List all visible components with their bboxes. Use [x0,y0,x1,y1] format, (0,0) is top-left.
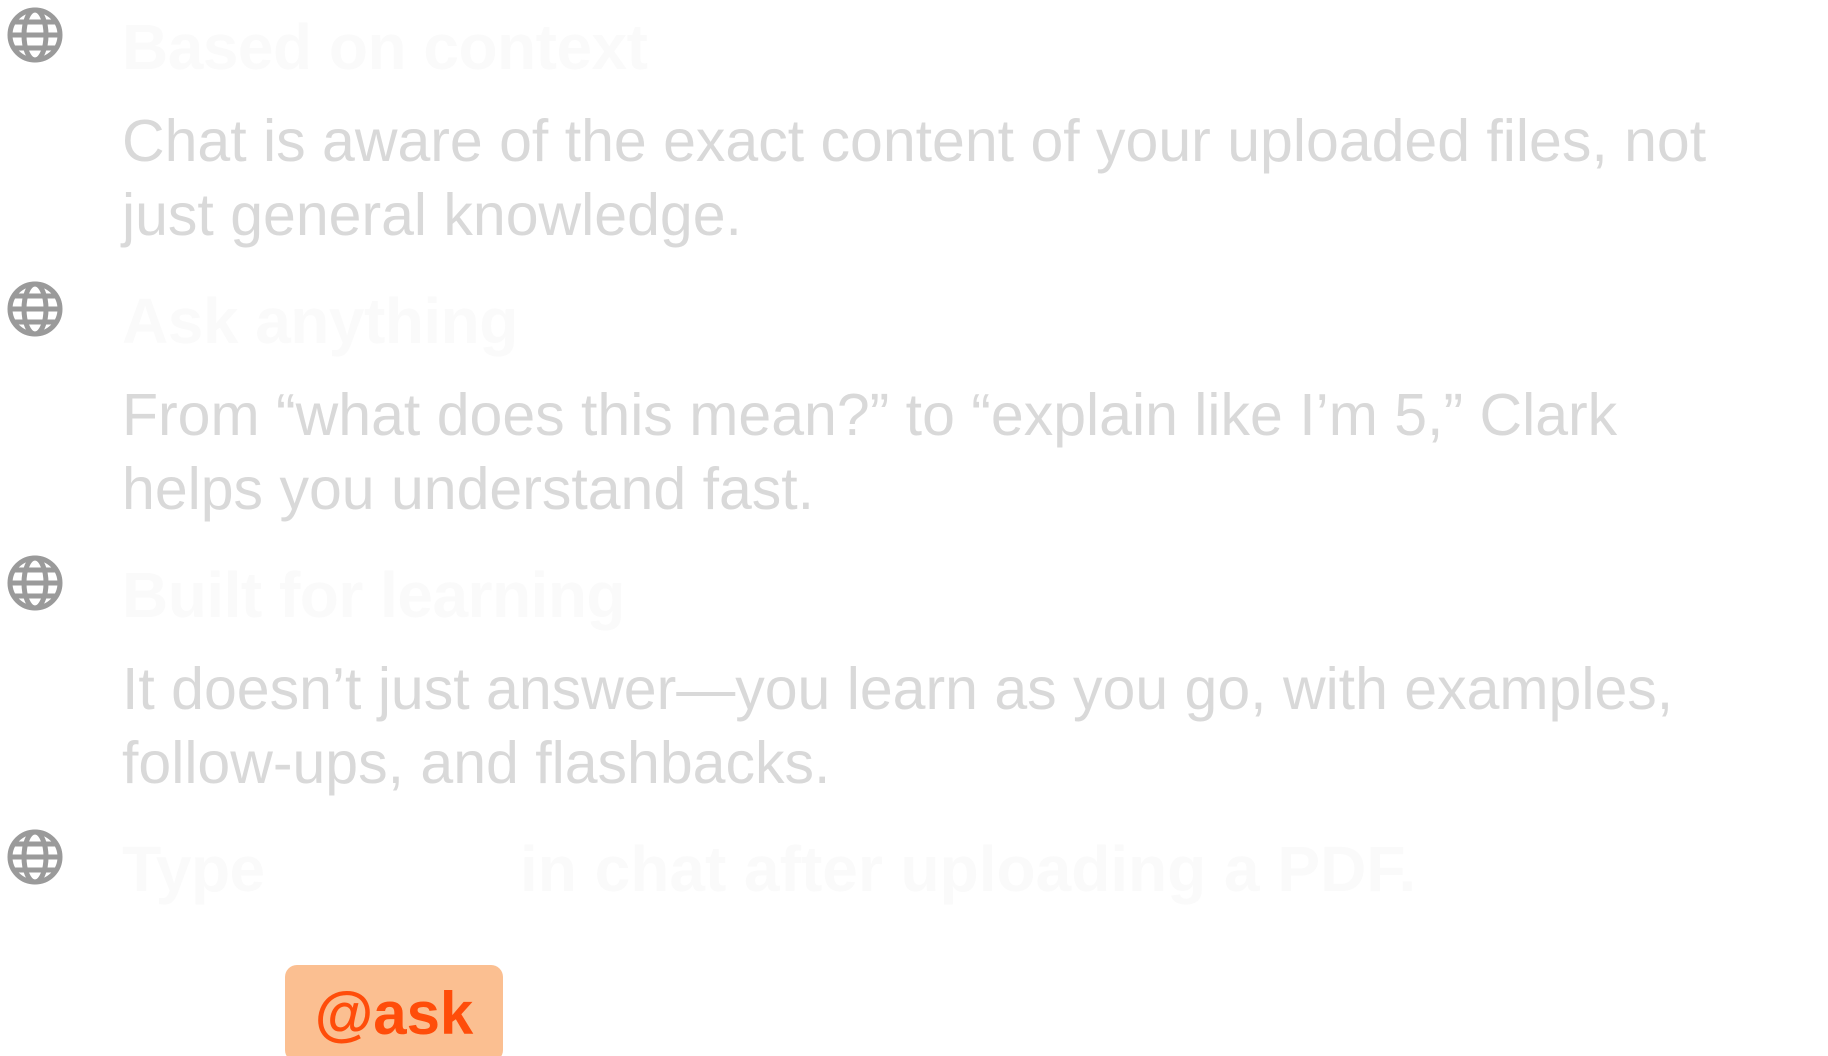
tip-suffix: in chat after uploading a PDF. [520,833,1417,905]
globe-icon [6,280,64,338]
globe-icon [6,6,64,64]
feature-title: Based on context [122,11,648,83]
feature-description-line: follow-ups, and flashbacks. [122,730,831,796]
feature-description-line: helps you understand fast. [122,456,815,522]
feature-description-line: just general knowledge. [122,182,742,248]
ask-command-badge: @ask [285,965,503,1056]
tip-prefix: Type [122,833,265,905]
feature-title: Built for learning [122,559,626,631]
feature-title: Ask anything [122,285,518,357]
globe-icon [6,554,64,612]
globe-icon [6,828,64,886]
